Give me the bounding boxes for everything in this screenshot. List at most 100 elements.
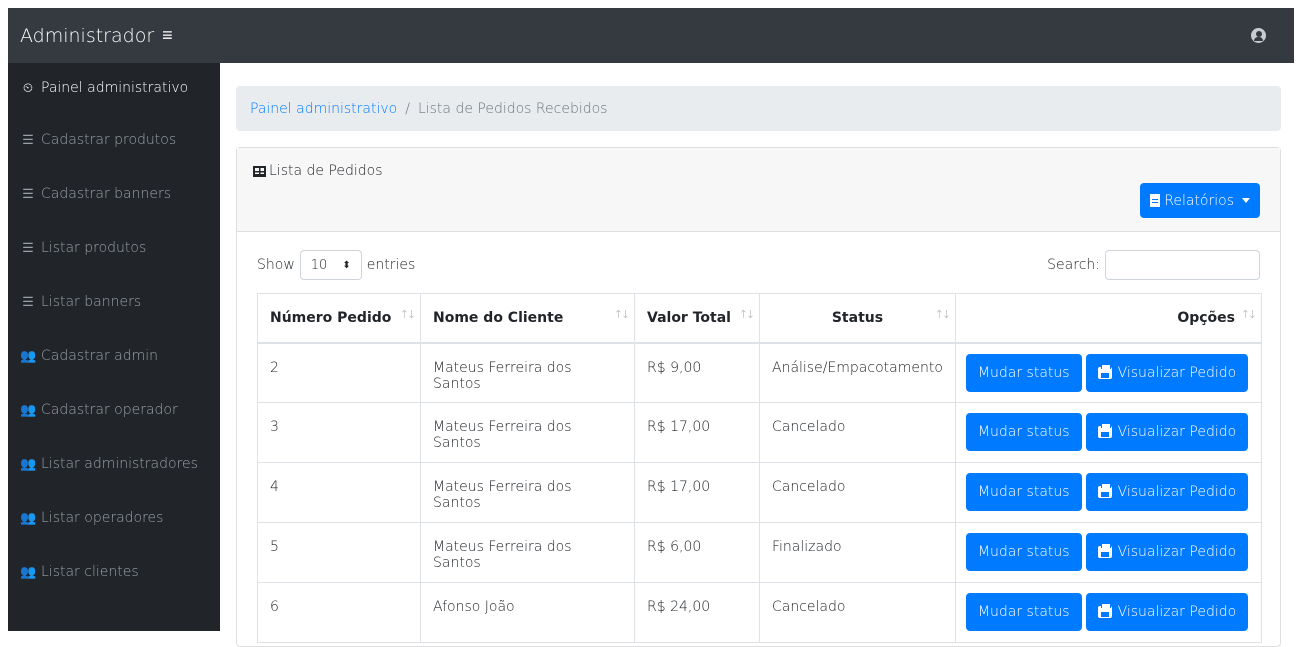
print-icon (1097, 483, 1112, 498)
table-header-row: Número Pedido ↑↓ Nome do Cliente ↑↓ Valor … (257, 293, 1263, 344)
card-title: Lista de Pedidos (253, 163, 383, 179)
users-icon: 👥 (20, 510, 37, 526)
change-status-button[interactable]: Mudar status (965, 593, 1082, 631)
caret-down-icon (1242, 198, 1250, 203)
column-header-label: Valor Total (647, 309, 731, 326)
view-order-button[interactable]: Visualizar Pedido (1085, 413, 1249, 451)
table-row: 6 Afonso João R$ 24,00 Cancelado Mudar statu… (257, 582, 1263, 643)
column-header-label: Nome do Cliente (433, 309, 564, 326)
sidebar-item-listar-administradores[interactable]: 👥 Listar administradores (8, 437, 220, 491)
cell-valor: R$ 17,00 (634, 402, 760, 463)
view-order-label: Visualizar Pedido (1117, 484, 1237, 500)
breadcrumb: Painel administrativo / Lista de Pedidos… (236, 86, 1281, 131)
cell-opcoes: Mudar status Visualizar Pedido (954, 342, 1263, 403)
brand[interactable]: Administrador ≡ (20, 25, 173, 47)
users-icon: 👥 (20, 456, 37, 472)
search-control: Search: (1047, 250, 1260, 280)
column-header-status[interactable]: Status ↑↓ (759, 293, 956, 344)
sort-icon: ↑↓ (934, 308, 951, 321)
sidebar-item-label: Listar operadores (41, 510, 164, 526)
view-order-button[interactable]: Visualizar Pedido (1085, 353, 1249, 392)
view-order-button[interactable]: Visualizar Pedido (1085, 473, 1249, 511)
column-header-cliente[interactable]: Nome do Cliente ↑↓ (420, 293, 635, 344)
sidebar-item-listar-produtos[interactable]: ☰ Listar produtos (8, 221, 220, 275)
view-order-button[interactable]: Visualizar Pedido (1085, 593, 1249, 631)
cell-numero: 4 (257, 462, 421, 523)
view-order-label: Visualizar Pedido (1117, 424, 1237, 440)
page-length-select[interactable]: 10 ⬍ (299, 250, 362, 280)
cell-valor: R$ 6,00 (634, 522, 760, 583)
column-header-opcoes[interactable]: Opções ↑↓ (954, 293, 1263, 344)
card-title-text: Lista de Pedidos (269, 163, 383, 179)
cell-opcoes: Mudar status Visualizar Pedido (954, 522, 1263, 583)
page-length-value: 10 (310, 257, 328, 273)
table-row: 5 Mateus Ferreira dos Santos R$ 6,00 Finali… (257, 522, 1263, 583)
view-order-label: Visualizar Pedido (1117, 544, 1237, 560)
table-row: 3 Mateus Ferreira dos Santos R$ 17,00 Cance… (257, 402, 1263, 463)
reports-label: Relatórios (1164, 192, 1234, 209)
sidebar-item-listar-clientes[interactable]: 👥 Listar clientes (8, 545, 220, 599)
cell-status: Cancelado (759, 462, 956, 523)
show-label: Show (257, 257, 295, 273)
users-icon: 👥 (20, 348, 37, 364)
sidebar-item-listar-operadores[interactable]: 👥 Listar operadores (8, 491, 220, 545)
sidebar-item-cadastrar-produtos[interactable]: ☰ Cadastrar produtos (8, 113, 220, 167)
sidebar-item-label: Cadastrar banners (41, 186, 172, 202)
search-input[interactable] (1105, 250, 1260, 280)
cell-cliente: Mateus Ferreira dos Santos (420, 402, 635, 463)
search-label: Search: (1047, 257, 1100, 273)
breadcrumb-separator: / (405, 100, 410, 117)
column-header-numero[interactable]: Número Pedido ↑↓ (257, 293, 421, 344)
change-status-button[interactable]: Mudar status (965, 413, 1082, 451)
users-icon: 👥 (20, 402, 37, 418)
table-icon (253, 165, 266, 177)
sidebar-item-label: Cadastrar operador (41, 402, 178, 418)
reports-dropdown-button[interactable]: Relatórios (1140, 183, 1260, 218)
hamburger-menu-icon[interactable]: ≡ (162, 25, 173, 46)
table-row: 2 Mateus Ferreira dos Santos R$ 9,00 Anális… (257, 342, 1263, 403)
sidebar-item-cadastrar-banners[interactable]: ☰ Cadastrar banners (8, 167, 220, 221)
page-length-control: Show 10 ⬍ entries (257, 250, 415, 280)
list-icon: ☰ (22, 240, 34, 256)
breadcrumb-current: Lista de Pedidos Recebidos (417, 100, 608, 117)
cell-status: Análise/Empacotamento (759, 342, 956, 403)
view-order-label: Visualizar Pedido (1117, 604, 1237, 620)
cell-cliente: Mateus Ferreira dos Santos (420, 522, 635, 583)
top-navbar: Administrador ≡ (8, 8, 1294, 63)
sidebar-item-cadastrar-operador[interactable]: 👥 Cadastrar operador (8, 383, 220, 437)
sidebar-item-label: Listar clientes (41, 564, 139, 580)
cell-valor: R$ 9,00 (634, 342, 760, 403)
sidebar-item-label: Cadastrar admin (41, 348, 159, 364)
sort-icon: ↑↓ (399, 308, 417, 321)
cell-status: Finalizado (759, 522, 956, 583)
tachometer-icon: ⏲ (22, 80, 34, 96)
print-icon (1097, 363, 1112, 379)
sort-icon: ↑↓ (738, 308, 756, 321)
card-header: Lista de Pedidos Relatórios (237, 148, 1280, 232)
sidebar-item-label: Listar administradores (41, 456, 198, 472)
brand-title: Administrador (20, 24, 155, 47)
cell-opcoes: Mudar status Visualizar Pedido (954, 402, 1263, 463)
select-arrows-icon: ⬍ (342, 259, 351, 271)
list-icon: ☰ (22, 132, 34, 148)
change-status-button[interactable]: Mudar status (965, 533, 1082, 571)
view-order-button[interactable]: Visualizar Pedido (1085, 533, 1249, 571)
cell-valor: R$ 17,00 (634, 462, 760, 523)
change-status-button[interactable]: Mudar status (965, 353, 1082, 392)
table-row: 4 Mateus Ferreira dos Santos R$ 17,00 Cance… (257, 462, 1263, 523)
column-header-valor[interactable]: Valor Total ↑↓ (634, 293, 760, 344)
sidebar-item-label: Cadastrar produtos (41, 132, 177, 148)
sort-icon: ↑↓ (1240, 308, 1258, 321)
sidebar-item-listar-banners[interactable]: ☰ Listar banners (8, 275, 220, 329)
cell-valor: R$ 24,00 (634, 582, 760, 643)
orders-table: Número Pedido ↑↓ Nome do Cliente ↑↓ Valor … (257, 293, 1263, 643)
breadcrumb-link-dashboard[interactable]: Painel administrativo (250, 101, 397, 117)
orders-card: Lista de Pedidos Relatórios Show 10 ⬍ en… (236, 147, 1281, 647)
sidebar-item-painel-administrativo[interactable]: ⏲ Painel administrativo (8, 63, 220, 113)
change-status-button[interactable]: Mudar status (965, 473, 1082, 511)
sidebar-item-label: Listar banners (41, 294, 142, 310)
sidebar-item-cadastrar-admin[interactable]: 👥 Cadastrar admin (8, 329, 220, 383)
sidebar-item-label: Painel administrativo (41, 80, 189, 96)
cell-opcoes: Mudar status Visualizar Pedido (954, 462, 1263, 523)
user-circle-icon[interactable] (1251, 28, 1266, 43)
